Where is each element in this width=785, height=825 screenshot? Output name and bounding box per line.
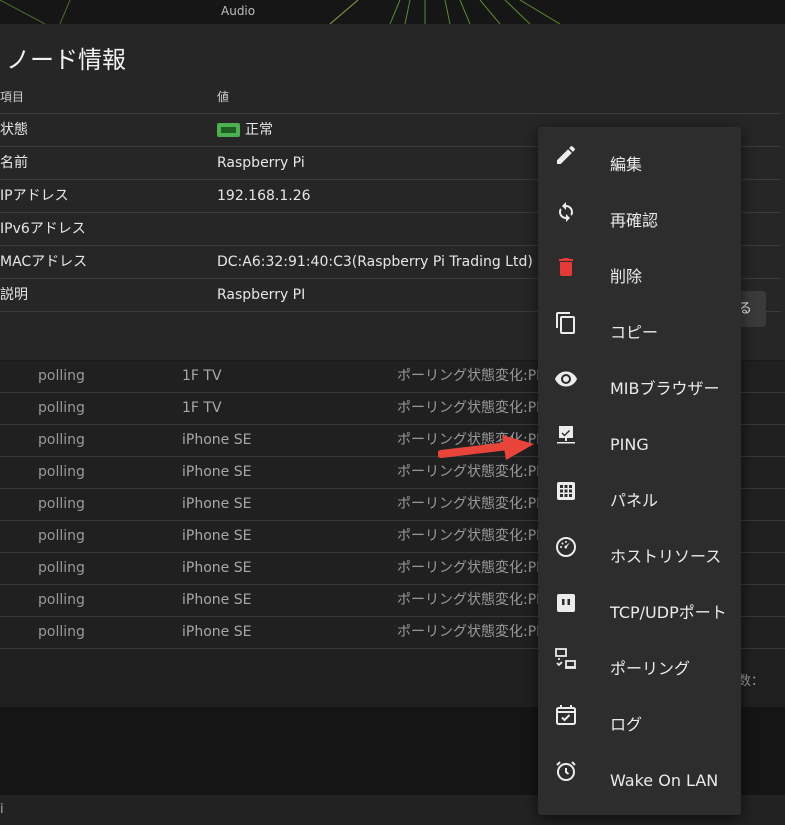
log-message: ポーリング状態変化:PI — [397, 496, 539, 512]
log-node: iPhone SE — [182, 464, 252, 480]
node-context-menu: 編集 再確認 削除 コピー MIBブラウザー PING パネル ホストリソース … — [538, 127, 741, 815]
map-node-label[interactable]: Audio — [221, 4, 255, 18]
column-header-value: 値 — [217, 90, 230, 104]
polling-monitor-icon — [555, 648, 576, 669]
ethernet-port-icon — [557, 594, 575, 612]
trash-icon — [559, 258, 573, 276]
status-value: 正常 — [245, 122, 273, 138]
network-links — [0, 0, 561, 24]
log-message: ポーリング状態変化:PI — [397, 400, 539, 416]
menu-item-ping[interactable]: PING — [538, 407, 741, 463]
log-node: 1F TV — [182, 368, 222, 384]
gauge-icon — [556, 537, 576, 557]
network-map-area: Audio — [0, 0, 785, 24]
log-node: 1F TV — [182, 400, 222, 416]
log-type: polling — [38, 464, 85, 480]
menu-item-edit[interactable]: 編集 — [538, 127, 741, 183]
menu-item-log[interactable]: ログ — [538, 687, 741, 743]
row-value: Raspberry PI — [217, 287, 306, 303]
copy-icon — [556, 312, 575, 334]
menu-item-tcp-udp-ports[interactable]: TCP/UDPポート — [538, 575, 741, 631]
status-ok-icon — [217, 123, 240, 137]
log-node: iPhone SE — [182, 496, 252, 512]
log-message: ポーリング状態変化:PI — [397, 592, 539, 608]
status-bar-text: i — [0, 802, 4, 817]
row-key: IPアドレス — [0, 188, 69, 204]
log-type: polling — [38, 368, 85, 384]
menu-item-host-resources[interactable]: ホストリソース — [538, 519, 741, 575]
menu-item-label: Wake On LAN — [610, 771, 719, 790]
ping-monitor-icon — [557, 426, 575, 444]
row-value: 192.168.1.26 — [217, 188, 311, 204]
table-header: 項目 値 — [0, 82, 781, 114]
menu-item-polling[interactable]: ポーリング — [538, 631, 741, 687]
pointer-arrow-icon — [438, 435, 534, 460]
menu-item-delete[interactable]: 削除 — [538, 239, 741, 295]
menu-item-mib-browser[interactable]: MIBブラウザー — [538, 351, 741, 407]
row-key: 状態 — [0, 122, 28, 138]
log-type: polling — [38, 624, 85, 640]
log-type: polling — [38, 496, 85, 512]
log-node: iPhone SE — [182, 528, 252, 544]
grid-icon — [557, 482, 575, 500]
column-header-key: 項目 — [0, 90, 25, 104]
eye-icon — [555, 371, 577, 387]
log-node: iPhone SE — [182, 624, 252, 640]
row-key: IPv6アドレス — [0, 221, 86, 237]
calendar-check-icon — [556, 705, 576, 725]
log-message: ポーリング状態変化:PI — [397, 528, 539, 544]
log-type: polling — [38, 432, 85, 448]
log-message: ポーリング状態変化:PI — [397, 560, 539, 576]
row-value: DC:A6:32:91:40:C3(Raspberry Pi Trading L… — [217, 254, 533, 270]
log-type: polling — [38, 592, 85, 608]
pager-count-label: 数： — [738, 674, 765, 689]
menu-item-recheck[interactable]: 再確認 — [538, 183, 741, 239]
row-key: 名前 — [0, 155, 28, 171]
log-node: iPhone SE — [182, 432, 252, 448]
log-node: iPhone SE — [182, 560, 252, 576]
row-key: 説明 — [0, 287, 28, 303]
log-message: ポーリング状態変化:PI — [397, 368, 539, 384]
log-type: polling — [38, 528, 85, 544]
alarm-clock-icon — [556, 761, 576, 781]
refresh-icon — [559, 202, 573, 222]
menu-item-panel[interactable]: パネル — [538, 463, 741, 519]
log-type: polling — [38, 400, 85, 416]
log-message: ポーリング状態変化:PI — [397, 624, 539, 640]
log-node: iPhone SE — [182, 592, 252, 608]
dialog-title: ノード情報 — [6, 46, 126, 74]
log-type: polling — [38, 560, 85, 576]
pencil-icon — [557, 145, 576, 164]
menu-item-wake-on-lan[interactable]: Wake On LAN — [538, 743, 741, 799]
row-key: MACアドレス — [0, 254, 88, 270]
row-value: Raspberry Pi — [217, 155, 305, 171]
menu-item-copy[interactable]: コピー — [538, 295, 741, 351]
